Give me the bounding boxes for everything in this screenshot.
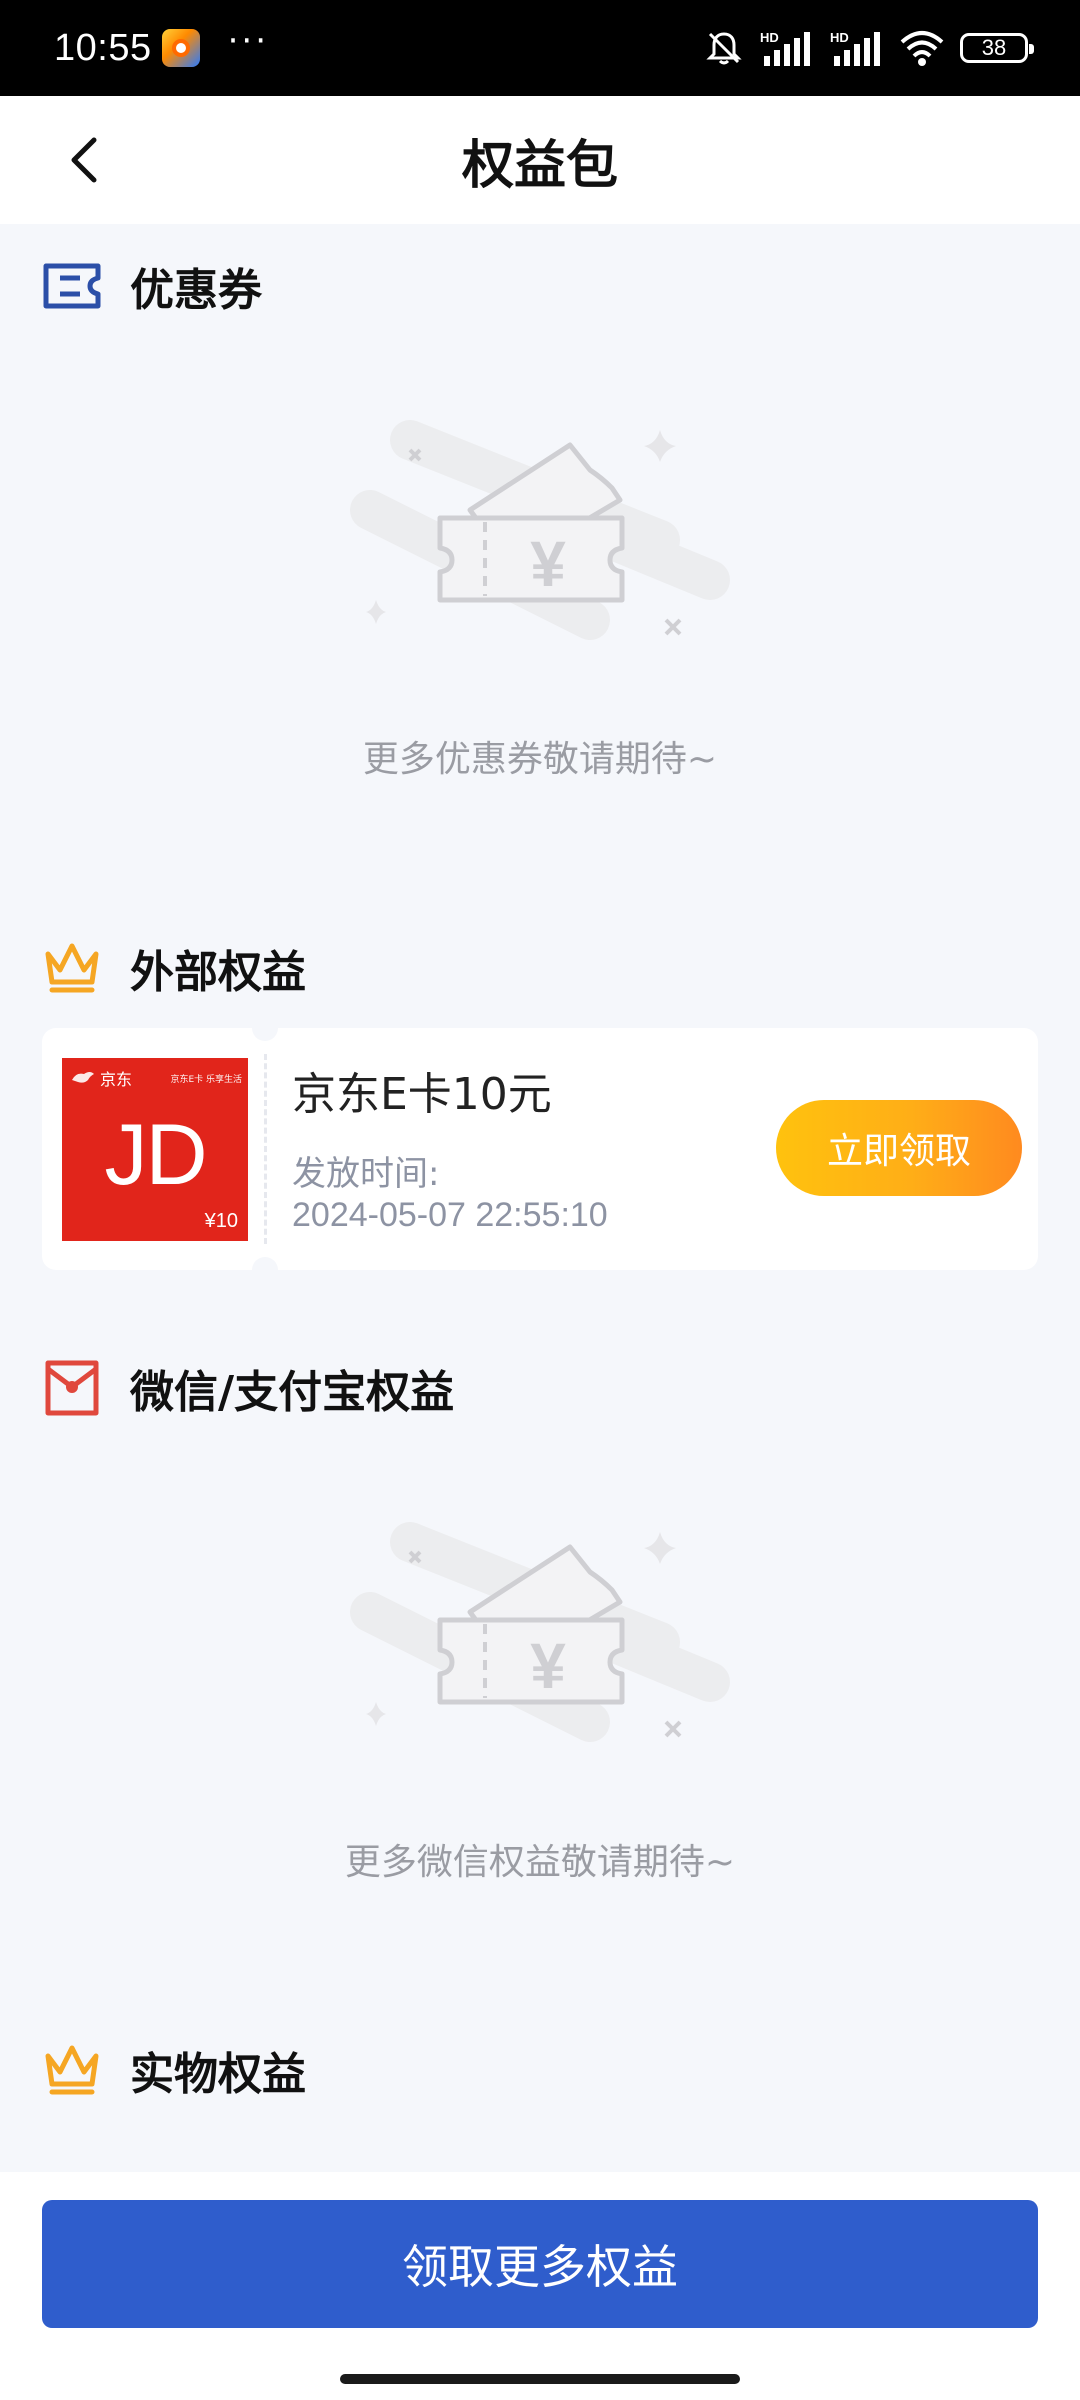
jd-card-value: ¥10 xyxy=(204,1210,238,1232)
jd-brand-logo: 京东 xyxy=(70,1066,132,1090)
claim-now-button[interactable]: 立即领取 xyxy=(776,1100,1022,1196)
section-wechat-header: 微信/支付宝权益 xyxy=(42,1356,454,1420)
section-physical-header: 实物权益 xyxy=(42,2038,306,2102)
chevron-left-icon xyxy=(71,137,97,183)
section-title: 外部权益 xyxy=(130,947,306,998)
empty-coupons-text: 更多优惠券敬请期待~ xyxy=(362,739,718,780)
mute-bell-icon xyxy=(706,32,742,65)
bottom-bar: 领取更多权益 xyxy=(0,2172,1080,2400)
crown-icon xyxy=(42,938,102,998)
benefit-name: 京东E卡10元 xyxy=(292,1069,552,1120)
jd-dog-icon xyxy=(72,1072,94,1083)
crown-icon xyxy=(42,2040,102,2100)
app-notification-icon xyxy=(161,29,200,67)
jd-ecard-image: 京东 京东E卡 乐享生活 JD ¥10 xyxy=(62,1058,248,1241)
card-notch xyxy=(252,1257,278,1283)
jd-logo: JD xyxy=(104,1107,207,1203)
jd-slogan: 京东E卡 乐享生活 xyxy=(170,1075,242,1085)
status-icons: HD HD 38 xyxy=(704,28,1034,68)
claim-more-benefits-button[interactable]: 领取更多权益 xyxy=(42,2200,1038,2328)
svg-text:¥: ¥ xyxy=(530,1630,566,1702)
battery-icon: 38 xyxy=(960,33,1034,63)
svg-text:HD: HD xyxy=(760,30,779,45)
section-title: 微信/支付宝权益 xyxy=(130,1367,455,1418)
section-coupons-header: 优惠券 xyxy=(42,254,262,318)
page-title: 权益包 xyxy=(461,135,618,196)
svg-text:HD: HD xyxy=(830,30,849,45)
back-button[interactable] xyxy=(52,126,116,194)
card-notch xyxy=(252,1015,278,1041)
wifi-icon xyxy=(900,31,944,66)
status-time: 10:55 xyxy=(54,26,152,69)
red-envelope-icon xyxy=(42,1358,102,1418)
hd-signal-icon: HD xyxy=(760,30,810,66)
more-notifications-icon: ··· xyxy=(227,21,270,61)
svg-text:¥: ¥ xyxy=(530,528,566,600)
empty-coupon-illustration: ¥ xyxy=(350,420,730,640)
section-title: 实物权益 xyxy=(130,2049,306,2100)
card-divider xyxy=(264,1054,267,1244)
page-header: 权益包 xyxy=(0,96,1080,224)
issue-time-label: 发放时间: xyxy=(292,1154,440,1194)
ticket-icon xyxy=(42,256,102,316)
empty-wechat-text: 更多微信权益敬请期待~ xyxy=(344,1842,736,1883)
hd-signal-icon: HD xyxy=(830,30,880,66)
empty-wechat-illustration: ¥ xyxy=(350,1522,730,1742)
issue-time: 2024-05-07 22:55:10 xyxy=(292,1196,608,1234)
section-title: 优惠券 xyxy=(130,265,262,316)
benefit-card[interactable]: 京东 京东E卡 乐享生活 JD ¥10 京东E卡10元 发放时间: 2024-0… xyxy=(42,1015,1038,1283)
status-bar: 10:55 ··· HD HD 38 xyxy=(0,0,1080,96)
section-external-header: 外部权益 xyxy=(42,936,306,1000)
home-indicator[interactable] xyxy=(340,2374,740,2384)
jd-brand-text: 京东 xyxy=(100,1070,133,1089)
